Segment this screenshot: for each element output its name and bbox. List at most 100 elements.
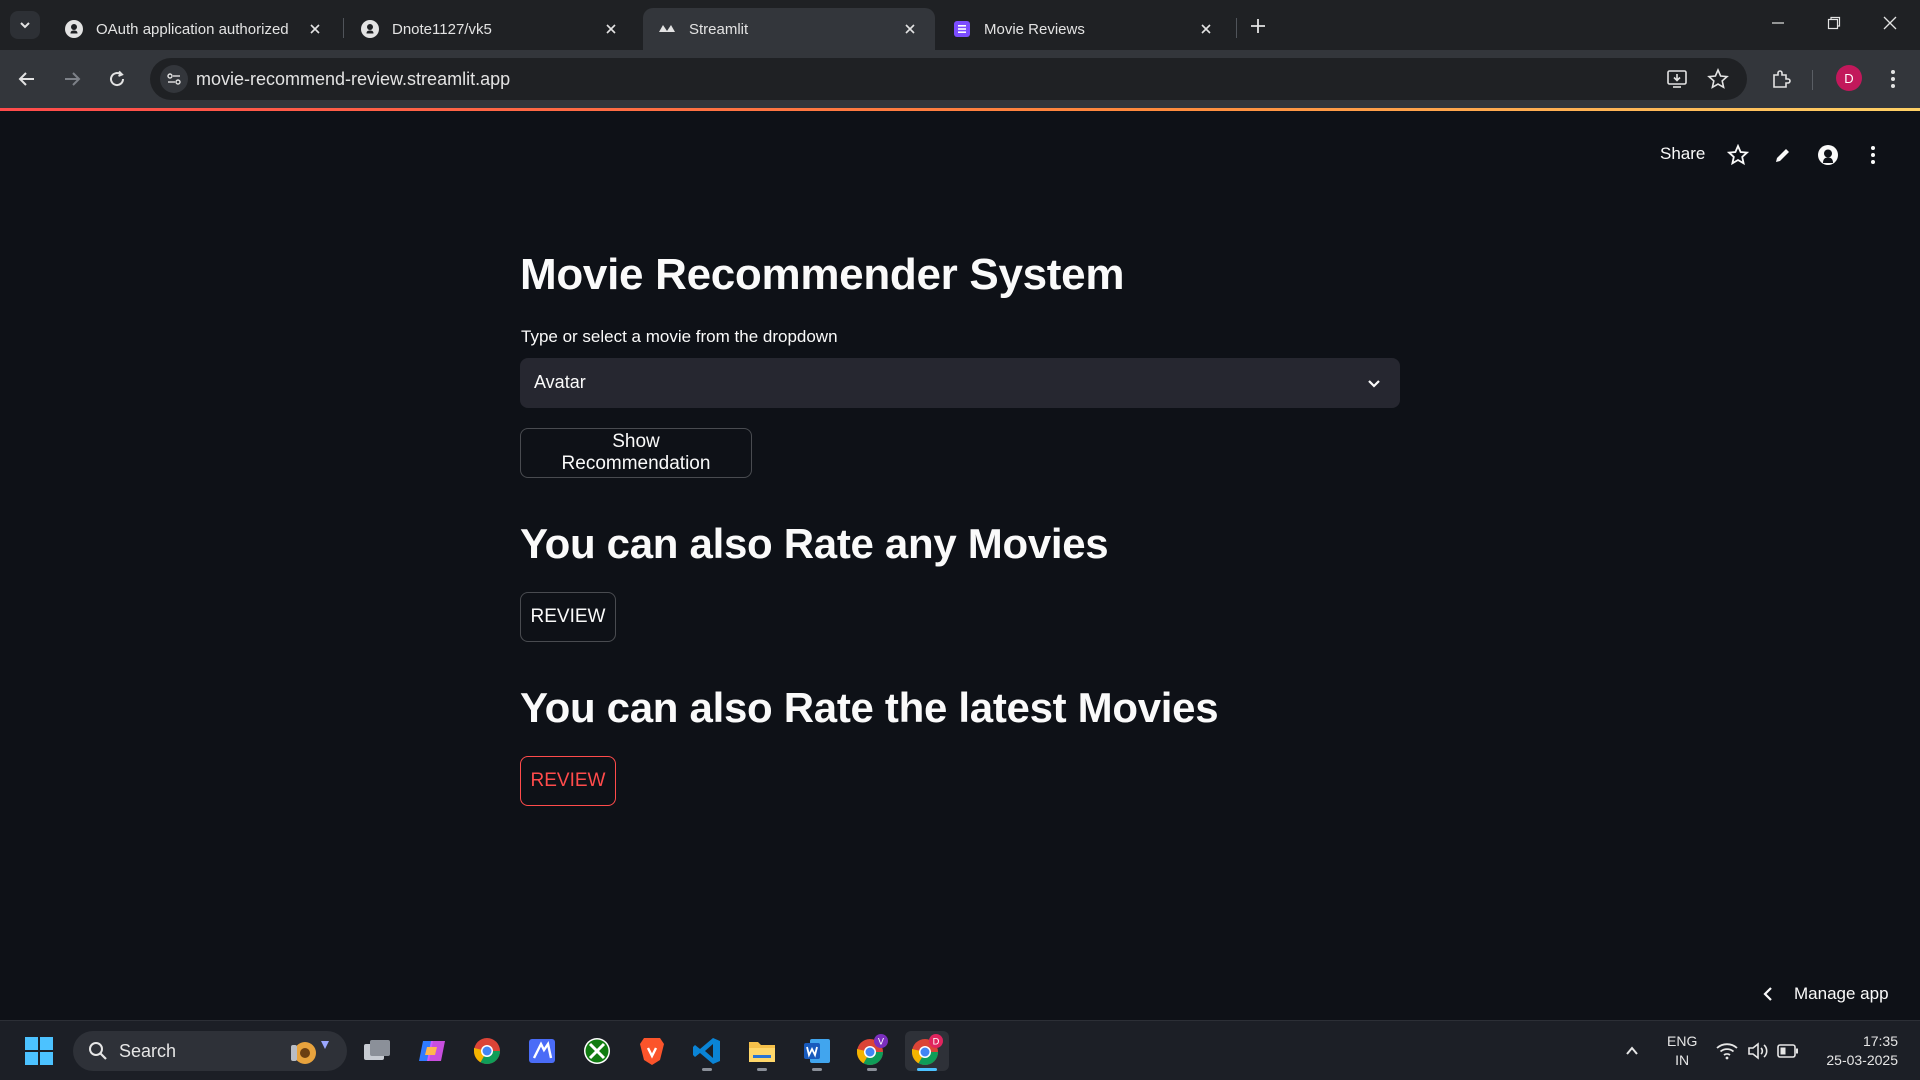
forms-icon bbox=[954, 21, 970, 37]
search-icon bbox=[87, 1040, 109, 1062]
tab-title: Dnote1127/vk5 bbox=[392, 20, 492, 38]
star-icon bbox=[1727, 144, 1749, 166]
tab-title: Streamlit bbox=[689, 20, 749, 38]
taskbar-app-vscode[interactable] bbox=[685, 1031, 729, 1071]
minimize-icon bbox=[1772, 22, 1784, 24]
review-latest-button[interactable]: REVIEW bbox=[520, 756, 616, 806]
svg-text:D: D bbox=[933, 1038, 940, 1048]
taskbar-app-xbox[interactable] bbox=[575, 1031, 619, 1071]
close-icon[interactable] bbox=[306, 20, 324, 38]
running-indicator bbox=[757, 1068, 767, 1071]
clock-time: 17:35 bbox=[1862, 1033, 1898, 1049]
restore-button[interactable] bbox=[1806, 0, 1862, 46]
taskbar-app-file-manager[interactable] bbox=[355, 1031, 399, 1071]
taskbar-app-brave[interactable] bbox=[630, 1031, 674, 1071]
favorite-button[interactable] bbox=[1725, 142, 1751, 168]
puzzle-icon bbox=[1773, 70, 1791, 88]
restore-icon bbox=[1827, 16, 1841, 30]
manage-app-label: Manage app bbox=[1794, 984, 1889, 1003]
browser-tab-strip: OAuth application authorized Dnote1127/v… bbox=[0, 0, 1920, 50]
site-info-button[interactable] bbox=[160, 65, 188, 93]
chevron-up-icon bbox=[1626, 1046, 1638, 1055]
reload-button[interactable] bbox=[102, 64, 132, 94]
browser-menu-button[interactable] bbox=[1878, 64, 1908, 94]
browser-toolbar: movie-recommend-review.streamlit.app D bbox=[0, 50, 1920, 108]
address-bar[interactable]: movie-recommend-review.streamlit.app bbox=[150, 58, 1747, 100]
bookmark-button[interactable] bbox=[1706, 67, 1730, 91]
more-vertical-icon bbox=[1871, 146, 1875, 164]
notes-icon bbox=[529, 1039, 555, 1063]
tab-movie-reviews[interactable]: Movie Reviews bbox=[938, 8, 1231, 50]
show-hidden-icons-button[interactable] bbox=[1620, 1039, 1644, 1063]
xbox-icon bbox=[584, 1038, 610, 1064]
tab-title: Movie Reviews bbox=[984, 20, 1085, 38]
github-icon bbox=[1818, 145, 1838, 165]
windows-icon bbox=[25, 1037, 53, 1065]
region-code: IN bbox=[1675, 1052, 1690, 1068]
star-icon bbox=[1707, 68, 1729, 89]
review-any-button[interactable]: REVIEW bbox=[520, 592, 616, 642]
rate-latest-movies-heading: You can also Rate the latest Movies bbox=[520, 684, 1219, 731]
taskbar-app-word[interactable] bbox=[795, 1031, 839, 1071]
running-indicator bbox=[702, 1068, 712, 1071]
running-indicator bbox=[867, 1068, 877, 1071]
back-button[interactable] bbox=[12, 64, 42, 94]
tab-github-repo[interactable]: Dnote1127/vk5 bbox=[346, 8, 636, 50]
taskbar-app-chrome-profile-d[interactable]: D bbox=[905, 1031, 949, 1071]
taskbar-app-files[interactable] bbox=[740, 1031, 784, 1071]
streamlit-top-decoration bbox=[0, 108, 1920, 111]
start-button[interactable] bbox=[24, 1036, 54, 1066]
close-window-button[interactable] bbox=[1862, 0, 1918, 46]
profile-avatar[interactable]: D bbox=[1836, 65, 1862, 91]
battery-button[interactable] bbox=[1776, 1039, 1800, 1063]
chrome-profile-d-icon: D bbox=[911, 1034, 943, 1066]
more-vertical-icon bbox=[1891, 70, 1895, 88]
taskbar-search[interactable]: Search bbox=[73, 1031, 347, 1071]
tab-streamlit[interactable]: Streamlit bbox=[643, 8, 935, 50]
tab-title: OAuth application authorized bbox=[96, 20, 289, 38]
tab-oauth[interactable]: OAuth application authorized bbox=[50, 8, 340, 50]
wifi-icon bbox=[1716, 1043, 1738, 1060]
chevron-left-icon bbox=[1762, 986, 1774, 1002]
manage-app-button[interactable]: Manage app bbox=[1762, 982, 1889, 1006]
tab-search-button[interactable] bbox=[10, 11, 40, 39]
folder-icon bbox=[749, 1042, 775, 1062]
chevron-down-icon[interactable] bbox=[1364, 373, 1384, 393]
clock-date: 25-03-2025 bbox=[1826, 1052, 1898, 1068]
battery-icon bbox=[1777, 1044, 1798, 1058]
arrow-right-icon bbox=[65, 72, 81, 86]
taskbar-app-copilot[interactable] bbox=[410, 1031, 454, 1071]
word-icon bbox=[804, 1039, 830, 1063]
close-icon[interactable] bbox=[602, 20, 620, 38]
install-app-button[interactable] bbox=[1665, 67, 1689, 91]
taskbar-app-chrome-profile-v[interactable]: V bbox=[850, 1031, 894, 1071]
movie-select-value: Avatar bbox=[534, 372, 586, 392]
running-indicator bbox=[917, 1068, 937, 1071]
share-button[interactable]: Share bbox=[1660, 144, 1705, 164]
install-icon bbox=[1667, 70, 1687, 88]
taskbar-app-chrome[interactable] bbox=[465, 1031, 509, 1071]
vscode-icon bbox=[693, 1038, 720, 1064]
copilot-icon bbox=[419, 1041, 445, 1061]
movie-select-label: Type or select a movie from the dropdown bbox=[521, 327, 838, 346]
new-tab-button[interactable] bbox=[1245, 13, 1271, 39]
close-icon[interactable] bbox=[901, 20, 919, 38]
movie-select[interactable]: Avatar bbox=[520, 358, 1400, 408]
minimize-button[interactable] bbox=[1750, 0, 1806, 46]
clock[interactable]: 17:35 25-03-2025 bbox=[1818, 1032, 1898, 1070]
show-recommendation-button[interactable]: Show Recommendation bbox=[520, 428, 752, 478]
edit-button[interactable] bbox=[1770, 142, 1796, 168]
input-language[interactable]: ENG IN bbox=[1667, 1032, 1697, 1070]
search-highlight-icon bbox=[291, 1041, 329, 1064]
main-menu-button[interactable] bbox=[1860, 142, 1886, 168]
reload-icon bbox=[110, 70, 125, 87]
github-icon bbox=[65, 20, 83, 38]
network-button[interactable] bbox=[1715, 1039, 1739, 1063]
forward-button[interactable] bbox=[57, 64, 87, 94]
close-icon[interactable] bbox=[1197, 20, 1215, 38]
taskbar-app-notes[interactable] bbox=[520, 1031, 564, 1071]
extensions-button[interactable] bbox=[1766, 64, 1796, 94]
github-button[interactable] bbox=[1815, 142, 1841, 168]
volume-button[interactable] bbox=[1746, 1039, 1770, 1063]
svg-text:V: V bbox=[878, 1038, 885, 1048]
